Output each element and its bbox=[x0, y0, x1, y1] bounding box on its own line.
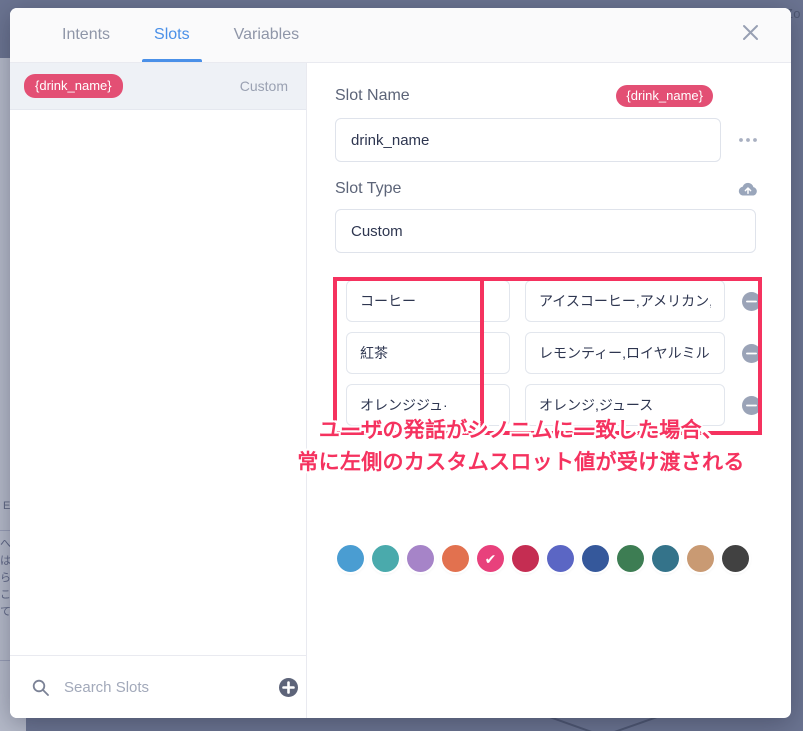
slot-name-chip: {drink_name} bbox=[24, 74, 123, 98]
search-icon bbox=[32, 679, 49, 696]
table-row bbox=[335, 275, 761, 327]
modal-body: {drink_name} Custom Search Slots Slot Na… bbox=[10, 63, 791, 718]
slot-name-label: Slot Name bbox=[335, 87, 410, 104]
slot-type-label-row: Slot Type bbox=[335, 180, 761, 198]
tab-slots[interactable]: Slots bbox=[132, 8, 212, 62]
color-swatch[interactable] bbox=[512, 545, 539, 572]
slot-type-label: Slot Type bbox=[335, 180, 402, 197]
tab-intents[interactable]: Intents bbox=[40, 8, 132, 62]
remove-row-button[interactable] bbox=[742, 395, 761, 415]
color-swatch[interactable]: ✔ bbox=[477, 545, 504, 572]
slot-name-badge: {drink_name} bbox=[616, 85, 713, 107]
search-input[interactable] bbox=[62, 677, 265, 697]
tab-label: Slots bbox=[154, 26, 190, 43]
slot-synonyms-input[interactable] bbox=[525, 280, 725, 322]
search-bar bbox=[10, 655, 306, 718]
modal-tabbar: Intents Slots Variables bbox=[10, 8, 791, 63]
slot-value-input[interactable] bbox=[346, 280, 510, 322]
color-swatch[interactable] bbox=[372, 545, 399, 572]
remove-row-button[interactable] bbox=[742, 343, 761, 363]
color-swatch[interactable] bbox=[617, 545, 644, 572]
tab-label: Intents bbox=[62, 26, 111, 43]
slot-list-column: {drink_name} Custom bbox=[10, 63, 307, 718]
slot-name-label-row: Slot Name {drink_name} bbox=[335, 85, 761, 107]
slot-type-select[interactable]: Custom bbox=[335, 209, 756, 253]
cloud-upload-icon[interactable] bbox=[737, 181, 759, 197]
slot-value-input[interactable] bbox=[346, 332, 510, 374]
slot-synonyms-input[interactable] bbox=[525, 384, 725, 426]
color-swatch[interactable] bbox=[337, 545, 364, 572]
table-row bbox=[335, 379, 761, 431]
color-swatch[interactable] bbox=[407, 545, 434, 572]
check-icon: ✔ bbox=[484, 550, 497, 567]
color-swatch[interactable] bbox=[582, 545, 609, 572]
list-item[interactable]: {drink_name} Custom bbox=[10, 63, 306, 110]
table-row bbox=[335, 327, 761, 379]
color-swatch[interactable] bbox=[722, 545, 749, 572]
slot-list: {drink_name} Custom bbox=[10, 63, 306, 655]
tab-label: Variables bbox=[233, 26, 300, 43]
slot-value-input[interactable] bbox=[346, 384, 510, 426]
color-swatch[interactable] bbox=[442, 545, 469, 572]
add-slot-button[interactable] bbox=[278, 676, 299, 698]
tab-list: Intents Slots Variables bbox=[10, 8, 321, 62]
close-icon bbox=[742, 24, 759, 46]
tab-variables[interactable]: Variables bbox=[212, 8, 322, 62]
close-button[interactable] bbox=[729, 8, 771, 62]
color-swatch[interactable] bbox=[687, 545, 714, 572]
slot-type-select-wrap: Custom bbox=[335, 209, 756, 253]
slot-values-area bbox=[333, 275, 762, 435]
slot-type-value: Custom bbox=[351, 222, 403, 240]
more-options-button[interactable] bbox=[735, 137, 761, 143]
remove-row-button[interactable] bbox=[742, 291, 761, 311]
slot-synonyms-input[interactable] bbox=[525, 332, 725, 374]
color-swatch-list: ✔ bbox=[337, 545, 749, 572]
color-swatch[interactable] bbox=[547, 545, 574, 572]
slots-modal: Intents Slots Variables {drink_name} Cus… bbox=[10, 8, 791, 718]
slot-name-input-row bbox=[335, 118, 761, 162]
slot-type-label: Custom bbox=[239, 78, 288, 94]
color-swatch[interactable] bbox=[652, 545, 679, 572]
slot-name-input[interactable] bbox=[335, 118, 721, 162]
slot-detail-panel: Slot Name {drink_name} Slot Type bbox=[307, 63, 791, 718]
